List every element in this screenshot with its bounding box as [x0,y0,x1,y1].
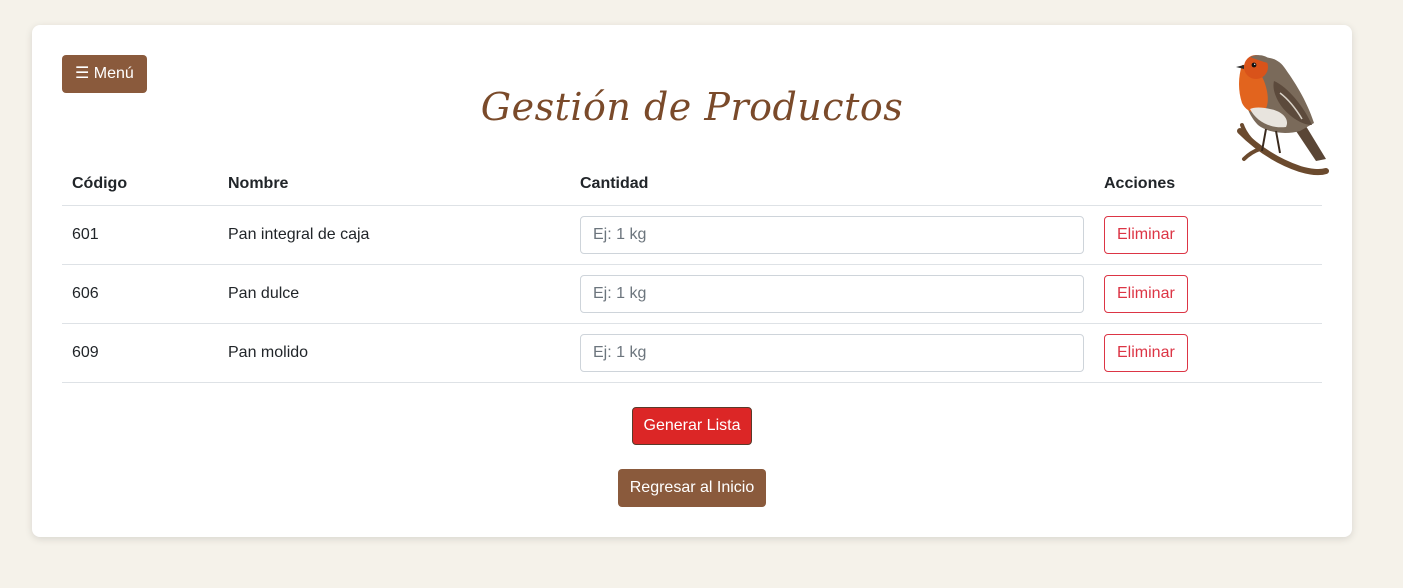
table-header-row: Código Nombre Cantidad Acciones [62,163,1322,206]
column-header-name: Nombre [218,163,570,206]
product-name: Pan molido [218,323,570,383]
actions-cell: Eliminar [1094,205,1322,265]
robin-bird-icon [1236,55,1329,176]
table-row: 609 Pan molido Eliminar [62,323,1322,383]
quantity-cell [570,323,1094,383]
quantity-input[interactable] [580,275,1084,313]
delete-button[interactable]: Eliminar [1104,334,1188,372]
actions-cell: Eliminar [1094,264,1322,324]
delete-button[interactable]: Eliminar [1104,216,1188,254]
quantity-cell [570,205,1094,265]
quantity-input[interactable] [580,334,1084,372]
quantity-cell [570,264,1094,324]
quantity-input[interactable] [580,216,1084,254]
products-table: Código Nombre Cantidad Acciones 601 Pan … [62,163,1322,383]
column-header-code: Código [62,163,218,206]
product-code: 601 [62,205,218,265]
back-to-home-button[interactable]: Regresar al Inicio [618,469,766,507]
product-code: 606 [62,264,218,324]
table-row: 601 Pan integral de caja Eliminar [62,205,1322,265]
actions-cell: Eliminar [1094,323,1322,383]
products-card: ☰ Menú Gestión de Productos Código Nombr… [32,25,1352,537]
delete-button[interactable]: Eliminar [1104,275,1188,313]
column-header-actions: Acciones [1094,163,1322,206]
generate-list-button[interactable]: Generar Lista [632,407,752,445]
column-header-quantity: Cantidad [570,163,1094,206]
product-name: Pan dulce [218,264,570,324]
product-name: Pan integral de caja [218,205,570,265]
page-title: Gestión de Productos [480,85,904,129]
table-row: 606 Pan dulce Eliminar [62,264,1322,324]
product-code: 609 [62,323,218,383]
